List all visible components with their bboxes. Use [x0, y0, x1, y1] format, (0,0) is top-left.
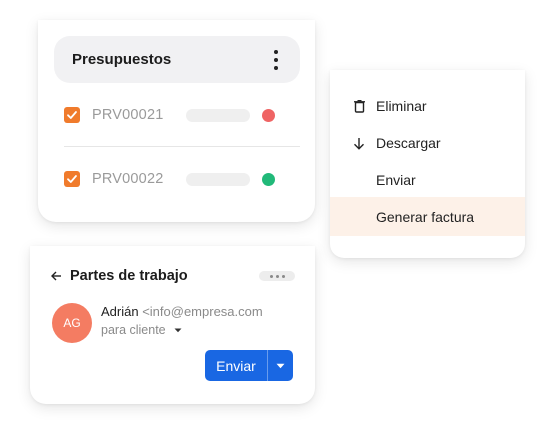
presupuestos-title: Presupuestos: [72, 51, 172, 68]
status-dot: [262, 108, 275, 122]
list-item[interactable]: PRV00022: [64, 164, 304, 194]
row-checkbox[interactable]: [64, 107, 80, 123]
partes-title: Partes de trabajo: [70, 268, 188, 284]
more-horizontal-icon[interactable]: [259, 271, 295, 281]
arrow-left-icon[interactable]: [50, 269, 64, 283]
check-icon: [67, 111, 77, 119]
trash-icon: [352, 98, 366, 114]
context-menu: Eliminar Descargar Enviar Generar factur…: [330, 70, 525, 258]
partes-de-trabajo-card: Partes de trabajo AG Adrián <info@empres…: [30, 246, 315, 404]
check-icon: [67, 175, 77, 183]
send-split-button: Enviar: [205, 350, 293, 381]
menu-item-descargar[interactable]: Descargar: [330, 124, 525, 162]
avatar: AG: [52, 303, 92, 343]
placeholder-pill: [186, 172, 250, 186]
budget-code: PRV00021: [92, 107, 164, 123]
send-button[interactable]: Enviar: [205, 350, 267, 381]
divider: [64, 146, 300, 147]
sender-email: <info@empresa.com: [142, 304, 263, 319]
caret-down-icon: [276, 363, 285, 368]
budget-code: PRV00022: [92, 171, 164, 187]
partes-header: Partes de trabajo: [50, 268, 295, 284]
presupuestos-header: Presupuestos: [54, 36, 300, 83]
list-item[interactable]: PRV00021: [64, 100, 304, 130]
menu-item-label: Generar factura: [376, 208, 475, 225]
menu-item-label: Enviar: [376, 172, 416, 188]
menu-item-label: Eliminar: [376, 98, 427, 114]
menu-item-eliminar[interactable]: Eliminar: [330, 87, 525, 125]
placeholder-pill: [186, 108, 250, 122]
send-options-button[interactable]: [268, 350, 293, 381]
caret-down-icon: [174, 328, 182, 333]
arrow-down-icon: [352, 135, 366, 151]
menu-item-label: Descargar: [376, 135, 441, 151]
sender-name: Adrián: [101, 304, 139, 319]
menu-item-enviar[interactable]: Enviar: [330, 161, 525, 199]
row-checkbox[interactable]: [64, 171, 80, 187]
presupuestos-card: Presupuestos PRV00021 PRV00022: [38, 20, 315, 222]
menu-item-generar-factura[interactable]: Generar factura: [330, 197, 525, 236]
sender-line: Adrián <info@empresa.com: [101, 304, 263, 319]
status-dot: [262, 172, 275, 186]
recipient-label: para cliente: [101, 323, 166, 337]
recipient-selector[interactable]: para cliente: [101, 323, 182, 337]
kebab-vertical-icon[interactable]: [270, 49, 282, 70]
